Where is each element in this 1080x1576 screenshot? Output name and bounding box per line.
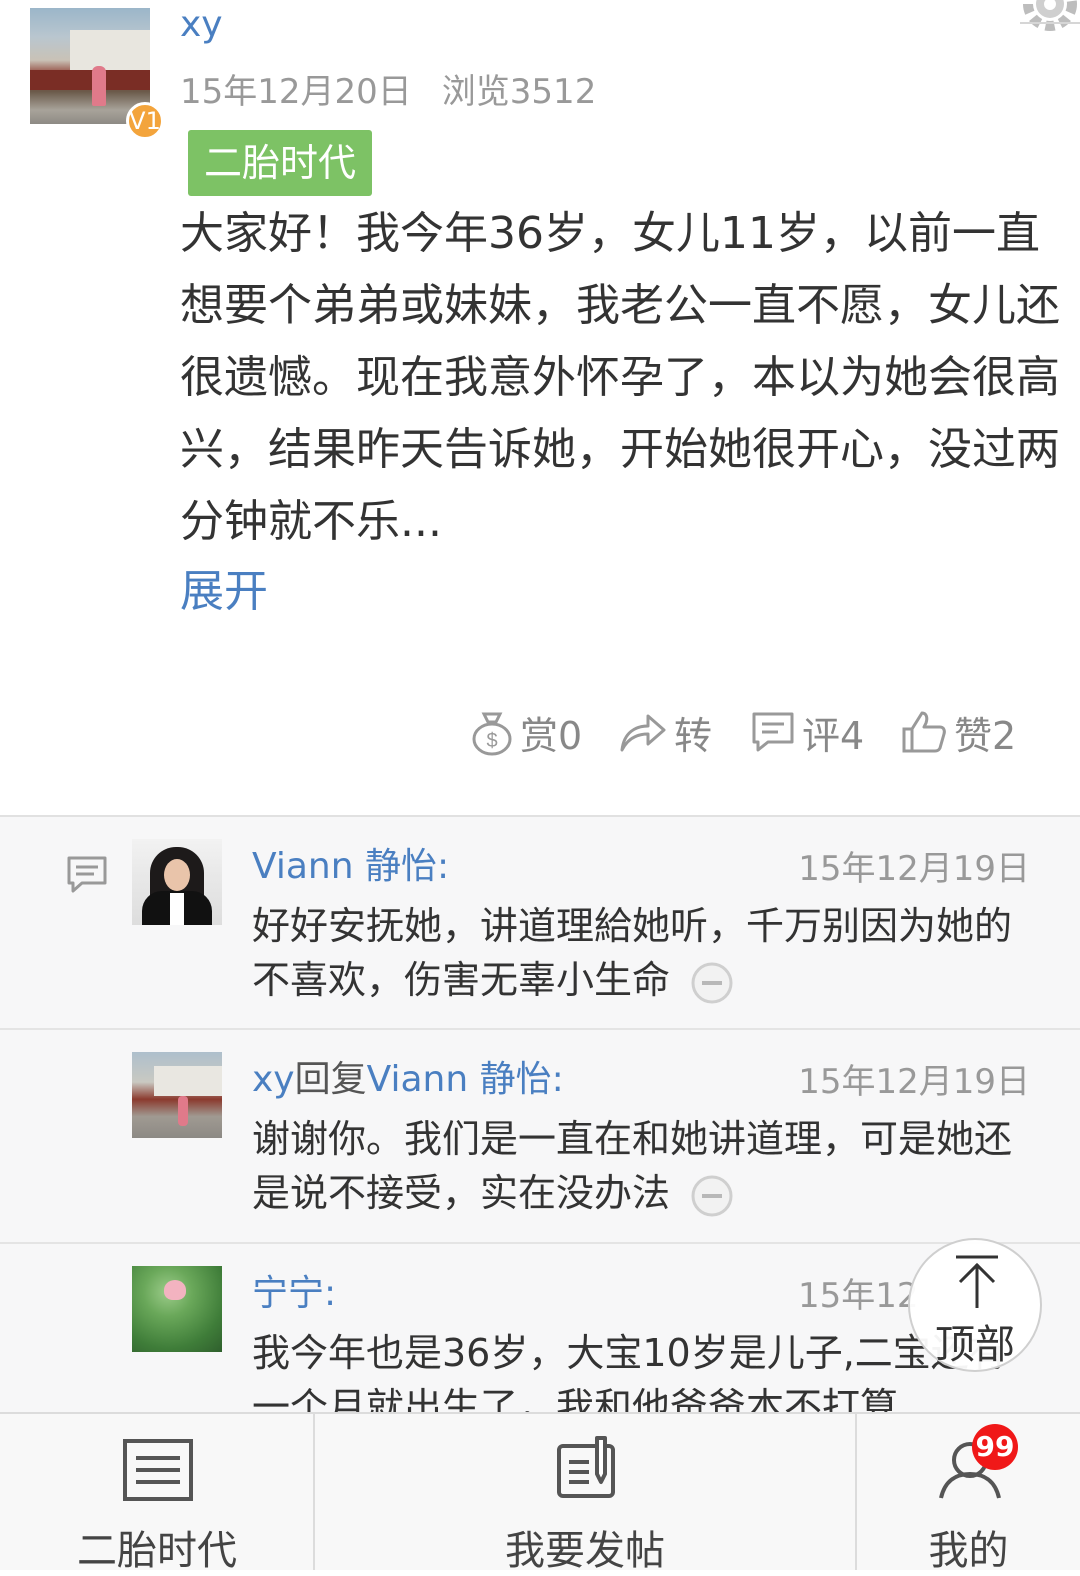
tab-new-post-label: 我要发帖 xyxy=(505,1528,665,1574)
reward-count: 赏0 xyxy=(520,713,583,758)
forward-button[interactable]: 转 xyxy=(618,702,712,762)
share-arrow-icon xyxy=(620,714,666,752)
view-count: 浏览3512 xyxy=(441,72,597,112)
compose-icon xyxy=(557,1436,615,1498)
comment-button[interactable]: 评4 xyxy=(750,702,864,762)
tab-profile-label: 我的 xyxy=(928,1528,1009,1574)
post-date: 15年12月20日 xyxy=(180,72,412,112)
post-meta: 15年12月20日 浏览3512 xyxy=(180,64,596,113)
reply-label: 回复 xyxy=(294,1059,367,1100)
arrow-up-icon xyxy=(956,1255,998,1308)
reward-button[interactable]: $ 赏0 xyxy=(470,702,582,762)
back-to-top-button[interactable]: 顶部 xyxy=(908,1238,1042,1372)
tab-new-post[interactable]: 我要发帖 xyxy=(315,1414,855,1574)
commenter-name[interactable]: xy xyxy=(252,1059,295,1100)
comment-date: 15年12 xyxy=(798,1276,919,1316)
divider xyxy=(0,1028,1080,1030)
comment-text: 好好安抚她，讲道理給她听，千万别因为她的不喜欢，伤害无辜小生命 xyxy=(252,899,1032,1007)
level-badge: V1 xyxy=(126,102,164,140)
like-count: 赞2 xyxy=(954,713,1017,758)
comment-count: 评4 xyxy=(802,713,865,758)
comment-bubble-icon xyxy=(752,712,794,752)
collapse-minus-icon[interactable] xyxy=(690,1174,734,1218)
tab-profile[interactable]: 我的 xyxy=(857,1414,1080,1574)
commenter-name[interactable]: 宁宁: xyxy=(252,1264,336,1316)
reply-header: xy回复Viann 静怡: xyxy=(252,1050,564,1102)
thumbs-up-icon xyxy=(902,711,946,753)
collapse-minus-icon[interactable] xyxy=(690,961,734,1005)
divider xyxy=(0,1242,1080,1244)
forward-label: 转 xyxy=(674,713,713,758)
author-name[interactable]: xy xyxy=(180,4,223,45)
comment-body: 谢谢你。我们是一直在和她讲道理，可是她还是说不接受，实在没办法 xyxy=(252,1117,1013,1215)
post-body: 大家好！我今年36岁，女儿11岁，以前一直想要个弟弟或妹妹，我老公一直不愿，女儿… xyxy=(180,208,1060,547)
comment-date: 15年12月19日 xyxy=(798,1062,1030,1102)
commenter-name[interactable]: Viann 静怡: xyxy=(252,837,449,889)
avatar[interactable] xyxy=(132,1052,222,1138)
comment-text: 谢谢你。我们是一直在和她讲道理，可是她还是说不接受，实在没办法 xyxy=(252,1112,1032,1220)
tab-topic-label: 二胎时代 xyxy=(77,1528,237,1574)
gear-icon[interactable] xyxy=(1020,0,1080,38)
like-button[interactable]: 赞2 xyxy=(900,702,1016,762)
back-to-top-label: 顶部 xyxy=(935,1322,1015,1368)
expand-link[interactable]: 展开 xyxy=(180,560,268,624)
avatar[interactable] xyxy=(132,1266,222,1352)
action-bar: $ 赏0 转 评4 赞2 xyxy=(0,702,1080,762)
avatar[interactable] xyxy=(132,839,222,925)
comment-date: 15年12月19日 xyxy=(798,849,1030,889)
tab-topic[interactable]: 二胎时代 xyxy=(0,1414,314,1574)
topic-tag[interactable]: 二胎时代 xyxy=(188,130,373,196)
list-icon xyxy=(123,1439,193,1501)
money-bag-icon: $ xyxy=(472,712,512,756)
comment-bubble-icon xyxy=(67,856,107,893)
svg-text:$: $ xyxy=(486,730,497,752)
bottom-tab-bar: 二胎时代 我要发帖 我的 xyxy=(0,1412,1080,1574)
comment-body: 好好安抚她，讲道理給她听，千万别因为她的不喜欢，伤害无辜小生命 xyxy=(252,904,1013,1002)
notification-badge: 99 xyxy=(972,1424,1018,1470)
reply-target-name[interactable]: Viann 静怡: xyxy=(367,1059,564,1100)
